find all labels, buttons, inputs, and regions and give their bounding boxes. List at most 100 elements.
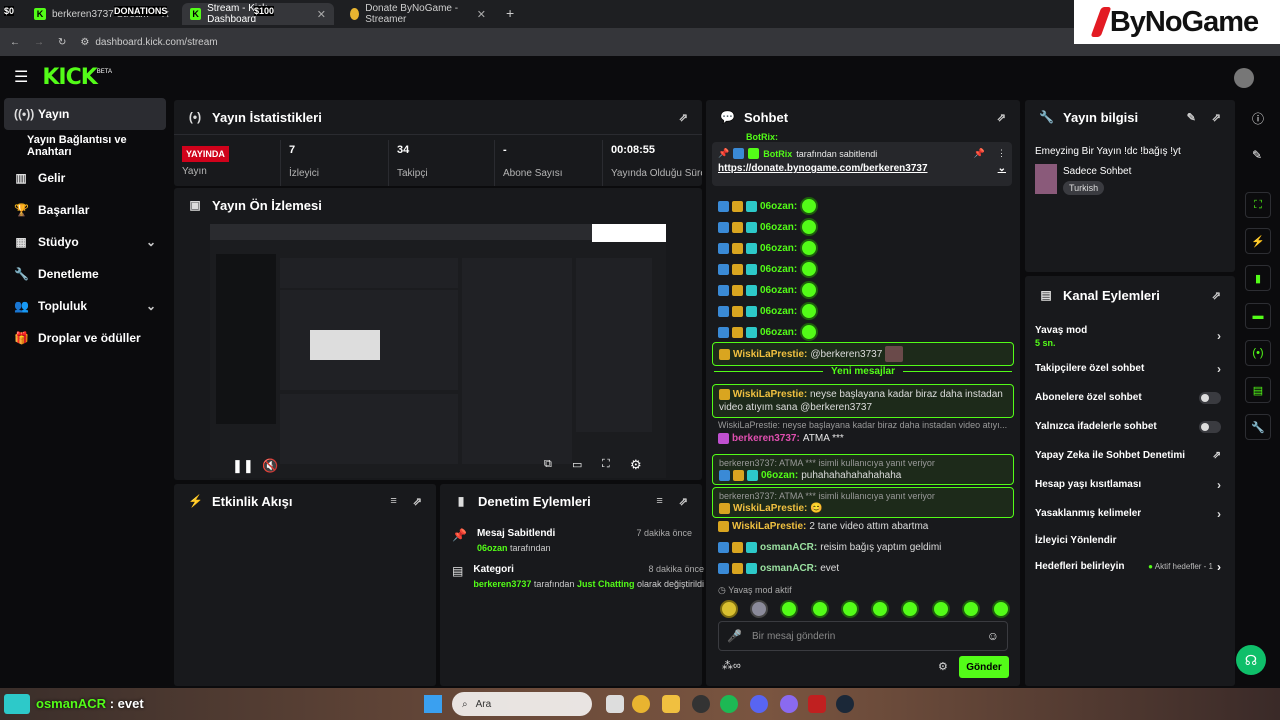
emote-icon	[800, 323, 819, 341]
tab-donate-bynogame[interactable]: Donate ByNoGame - Streamer ✕	[342, 3, 494, 25]
chrome-icon[interactable]	[632, 695, 650, 713]
pip-icon[interactable]: ⧉	[544, 458, 552, 471]
subs-only-toggle[interactable]	[1199, 391, 1221, 404]
broadcast-icon[interactable]: (•)	[1245, 340, 1271, 366]
points-icon[interactable]: ⁂∞	[722, 659, 741, 672]
support-headset-icon[interactable]: ☊	[1236, 645, 1266, 675]
emote-icon[interactable]	[991, 600, 1010, 618]
popout-icon[interactable]: ⇗	[679, 495, 688, 508]
fullscreen-icon[interactable]: ⛶	[602, 458, 610, 471]
emote-icon[interactable]	[810, 600, 829, 618]
lightning-icon[interactable]: ⚡	[1245, 228, 1271, 254]
emote-icon[interactable]	[961, 600, 980, 618]
popout-icon[interactable]: ⇗	[1212, 111, 1221, 124]
app-icon[interactable]	[780, 695, 798, 713]
user-avatar[interactable]	[1234, 68, 1254, 88]
back-icon[interactable]: ←	[10, 37, 20, 48]
forward-icon[interactable]: →	[34, 37, 44, 48]
chevron-right-icon: ›	[1217, 506, 1221, 521]
popout-icon[interactable]: ⇗	[1212, 289, 1221, 302]
reload-icon[interactable]: ↻	[58, 37, 66, 48]
emoji-icon[interactable]: ☺	[987, 629, 999, 643]
lightning-icon: ⚡	[188, 494, 203, 508]
chat-bubble-icon[interactable]: ▬	[1245, 303, 1271, 329]
sidebar-item-denetleme[interactable]: 🔧 Denetleme	[0, 258, 170, 290]
stream-preview-video[interactable]: ❚❚ 🔇 ⧉ ▭ ⛶ ⚙	[210, 224, 666, 478]
chevron-down-icon[interactable]: ⌄	[998, 163, 1006, 174]
emote-icon	[800, 302, 819, 320]
emote-icon[interactable]	[931, 600, 950, 618]
file-explorer-icon[interactable]	[662, 695, 680, 713]
popout-icon[interactable]: ⇗	[413, 495, 422, 508]
sidebar-item-gelir[interactable]: ▥ Gelir	[0, 162, 170, 194]
edit-pencil-icon[interactable]: ✎	[1252, 148, 1262, 162]
menu-icon[interactable]: ☰	[14, 67, 28, 87]
popout-icon[interactable]: ⇗	[679, 111, 688, 124]
actions-icon[interactable]: ▤	[1245, 377, 1271, 403]
chevron-right-icon: ›	[1217, 477, 1221, 492]
close-tab-icon[interactable]: ✕	[477, 8, 486, 21]
emote-icon[interactable]	[871, 600, 890, 618]
windows-start-icon[interactable]	[424, 695, 442, 713]
theater-icon[interactable]: ▭	[572, 458, 582, 471]
chat-input[interactable]: 🎤 Bir mesaj gönderin ☺	[718, 621, 1008, 651]
new-messages-divider: Yeni mesajlar	[714, 366, 1012, 377]
mic-icon[interactable]: 🎤	[727, 629, 742, 643]
raid-row[interactable]: İzleyici Yönlendir	[1025, 528, 1235, 552]
followers-only-row[interactable]: Takipçilere özel sohbet ›	[1025, 354, 1235, 383]
divider	[174, 134, 702, 135]
obs-icon[interactable]	[692, 695, 710, 713]
sidebar-item-yayin[interactable]: ((•)) Yayın	[4, 98, 166, 130]
sidebar-item-topluluk[interactable]: 👥 Topluluk ⌄	[0, 290, 170, 322]
close-tab-icon[interactable]: ✕	[317, 8, 326, 21]
emote-icon[interactable]	[901, 600, 920, 618]
wrench-icon[interactable]: 🔧	[1245, 414, 1271, 440]
info-icon[interactable]: ⓘ	[1252, 110, 1264, 127]
account-age-row[interactable]: Hesap yaşı kısıtlaması ›	[1025, 470, 1235, 499]
pause-icon[interactable]: ❚❚	[232, 458, 254, 474]
emote-icon[interactable]	[750, 600, 769, 618]
kick-header: ☰ KICK BETA	[0, 56, 1280, 98]
moderator-badge-icon	[718, 562, 729, 574]
sidebar-item-stream-key[interactable]: Yayın Bağlantısı ve Anahtarı	[0, 130, 170, 162]
banned-words-row[interactable]: Yasaklanmış kelimeler ›	[1025, 499, 1235, 528]
filter-icon[interactable]: ≡	[390, 495, 396, 507]
slow-mode-row[interactable]: Yavaş mod 5 sn. ›	[1025, 318, 1235, 354]
filter-icon[interactable]: ≡	[656, 495, 662, 507]
sidebar-item-droplar[interactable]: 🎁 Droplar ve ödüller	[0, 322, 170, 354]
popout-icon[interactable]: ⇗	[997, 111, 1006, 124]
goals-row[interactable]: Hedefleri belirleyin ● Aktif hedefler - 1…	[1025, 552, 1235, 581]
new-tab-icon[interactable]: +	[506, 5, 514, 21]
unpin-icon[interactable]: 📌	[974, 148, 985, 159]
site-info-icon[interactable]: ⚙	[80, 37, 89, 48]
game-launcher-icon[interactable]	[808, 695, 826, 713]
chat-message: 06ozan:	[706, 196, 1020, 216]
sidebar-item-basarilar[interactable]: 🏆 Başarılar	[0, 194, 170, 226]
spotify-icon[interactable]	[720, 695, 738, 713]
mute-icon[interactable]: 🔇	[262, 458, 278, 474]
sidebar-item-studyo[interactable]: ▦ Stüdyo ⌄	[0, 226, 170, 258]
settings-gear-icon[interactable]: ⚙	[630, 457, 642, 473]
moderator-badge-icon	[718, 263, 729, 275]
taskbar-search[interactable]: ⌕ Ara	[452, 692, 592, 716]
activity-feed-panel: ⚡ Etkinlik Akışı ≡ ⇗	[174, 484, 436, 686]
ai-moderation-row[interactable]: Yapay Zeka ile Sohbet Denetimi ⇗	[1025, 441, 1235, 470]
document-icon[interactable]: ▮	[1245, 265, 1271, 291]
discord-icon[interactable]	[750, 695, 768, 713]
slow-mode-indicator: ◷ Yavaş mod aktif	[718, 585, 792, 595]
steam-icon[interactable]	[836, 695, 854, 713]
emotes-only-toggle[interactable]	[1199, 420, 1221, 433]
chat-settings-icon[interactable]: ⚙	[938, 660, 948, 673]
task-view-icon[interactable]	[606, 695, 624, 713]
kick-logo[interactable]: KICK	[42, 65, 97, 90]
emote-icon[interactable]	[720, 600, 738, 618]
external-link-icon: ⇗	[1212, 450, 1221, 461]
emote-icon[interactable]	[780, 600, 799, 618]
screen-capture-icon[interactable]: ⛶	[1245, 192, 1271, 218]
edit-pencil-icon[interactable]: ✎	[1187, 111, 1196, 124]
send-button[interactable]: Gönder	[959, 656, 1009, 678]
url-field[interactable]: dashboard.kick.com/stream	[95, 37, 217, 48]
more-options-icon[interactable]: ⋮	[997, 148, 1006, 159]
emote-icon[interactable]	[840, 600, 859, 618]
pinned-link[interactable]: https://donate.bynogame.com/berkeren3737	[718, 163, 928, 174]
